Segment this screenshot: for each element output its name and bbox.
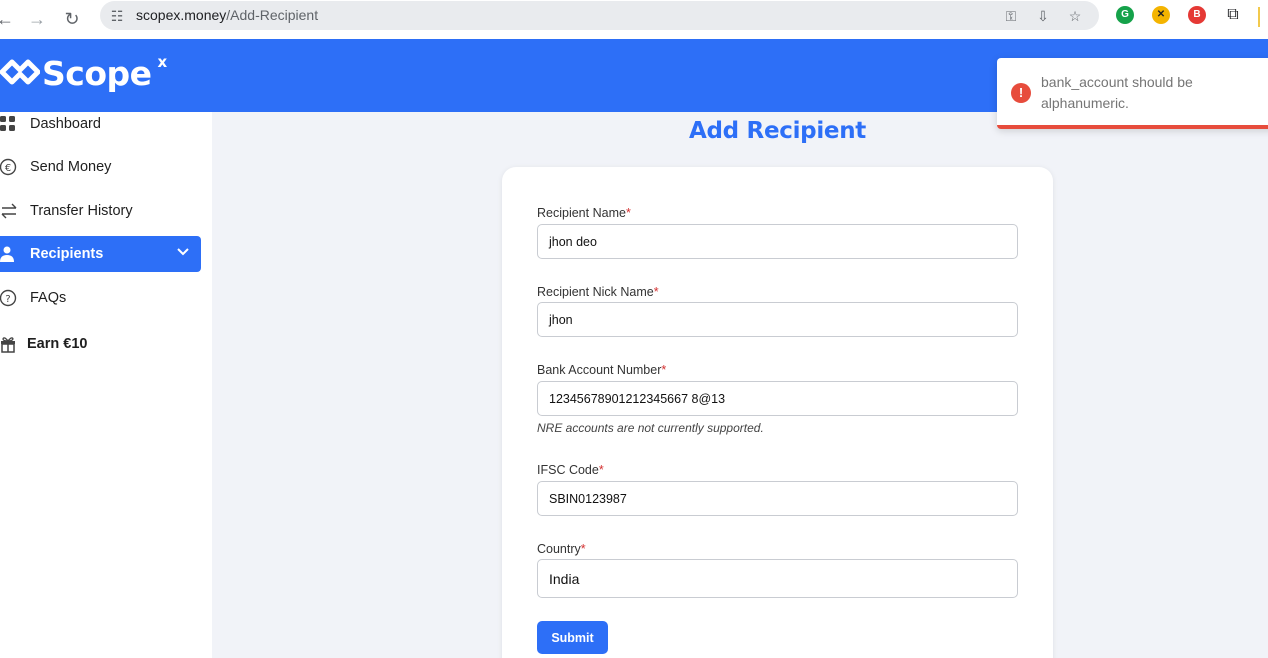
- toast-message: bank_account should be alphanumeric.: [1041, 74, 1193, 111]
- chevron-down-icon[interactable]: [177, 246, 189, 262]
- sidebar-item-send-money[interactable]: € Send Money: [0, 149, 201, 185]
- sidebar-item-label: Send Money: [30, 159, 112, 175]
- ifsc-input[interactable]: SBIN0123987: [537, 481, 1018, 516]
- required-mark: *: [653, 285, 659, 299]
- bank-account-label-text: Bank Account Number: [537, 363, 662, 377]
- user-icon: [0, 246, 30, 262]
- sidebar-item-transfer-history[interactable]: Transfer History: [0, 193, 201, 229]
- sidebar-item-faqs[interactable]: ? FAQs: [0, 280, 201, 316]
- url-text: scopex.money/Add-Recipient: [136, 7, 318, 23]
- bank-account-input[interactable]: 12345678901212345667 8@13: [537, 381, 1018, 416]
- sidebar-item-dashboard[interactable]: Dashboard: [0, 106, 201, 142]
- recipient-name-label-text: Recipient Name: [537, 206, 626, 220]
- key-icon[interactable]: ⚿: [1002, 7, 1020, 25]
- nick-name-input[interactable]: jhon: [537, 302, 1018, 337]
- error-icon: !: [1011, 83, 1031, 103]
- country-select[interactable]: India: [537, 559, 1018, 598]
- url-path: /Add-Recipient: [226, 7, 319, 23]
- star-icon[interactable]: ☆: [1066, 7, 1084, 25]
- logo-mark-icon: [0, 55, 41, 89]
- recipient-name-input[interactable]: jhon deo: [537, 224, 1018, 259]
- install-icon[interactable]: ⇩: [1034, 7, 1052, 25]
- logo-superscript: x: [157, 53, 168, 71]
- puzzle-icon[interactable]: ⧉: [1224, 6, 1242, 24]
- submit-button[interactable]: Submit: [537, 621, 608, 654]
- required-mark: *: [598, 463, 604, 477]
- nick-name-label: Recipient Nick Name*: [537, 285, 659, 299]
- ifsc-label: IFSC Code*: [537, 463, 604, 477]
- country-label-text: Country: [537, 542, 581, 556]
- required-mark: *: [580, 542, 586, 556]
- ifsc-label-text: IFSC Code: [537, 463, 599, 477]
- svg-text:?: ?: [5, 294, 10, 305]
- sidebar-item-earn[interactable]: Earn €10: [0, 326, 201, 362]
- sidebar-item-label: Earn €10: [27, 336, 88, 352]
- forward-icon[interactable]: →: [24, 6, 50, 32]
- sidebar-item-recipients[interactable]: Recipients: [0, 236, 201, 272]
- divider: [1258, 7, 1260, 27]
- transfer-icon: [0, 202, 30, 220]
- extension-badge-icon[interactable]: B: [1188, 6, 1206, 24]
- sidebar: Dashboard € Send Money Transfer History …: [0, 112, 212, 658]
- required-mark: *: [661, 363, 667, 377]
- site-info-icon[interactable]: ☷: [108, 7, 126, 25]
- question-icon: ?: [0, 289, 30, 307]
- add-recipient-form: Recipient Name* jhon deo Recipient Nick …: [502, 167, 1053, 658]
- grid-icon: [0, 116, 30, 132]
- bank-account-label: Bank Account Number*: [537, 363, 666, 377]
- sidebar-item-label: Recipients: [30, 246, 104, 262]
- logo-text: Scope: [42, 54, 152, 93]
- sidebar-item-label: Transfer History: [30, 203, 133, 219]
- error-toast[interactable]: ! bank_account should be alphanumeric.: [997, 58, 1268, 129]
- required-mark: *: [625, 206, 631, 220]
- back-icon[interactable]: ←: [0, 6, 18, 32]
- extension-icon[interactable]: ✕: [1152, 6, 1170, 24]
- country-label: Country*: [537, 542, 586, 556]
- scopex-logo[interactable]: Scope x: [0, 53, 168, 93]
- bank-account-hint: NRE accounts are not currently supported…: [537, 421, 764, 435]
- recipient-name-label: Recipient Name*: [537, 206, 631, 220]
- sidebar-item-label: Dashboard: [30, 116, 101, 132]
- browser-toolbar: ← → ↻ ☷ scopex.money/Add-Recipient ⚿ ⇩ ☆…: [0, 0, 1268, 39]
- address-bar[interactable]: ☷ scopex.money/Add-Recipient ⚿ ⇩ ☆: [100, 1, 1099, 30]
- gift-icon: [0, 335, 27, 353]
- sidebar-item-label: FAQs: [30, 290, 67, 306]
- url-domain: scopex.money: [136, 7, 227, 23]
- nick-name-label-text: Recipient Nick Name: [537, 285, 654, 299]
- grammarly-icon[interactable]: G: [1116, 6, 1134, 24]
- reload-icon[interactable]: ↻: [59, 6, 85, 32]
- euro-icon: €: [0, 158, 30, 176]
- svg-text:€: €: [5, 163, 11, 174]
